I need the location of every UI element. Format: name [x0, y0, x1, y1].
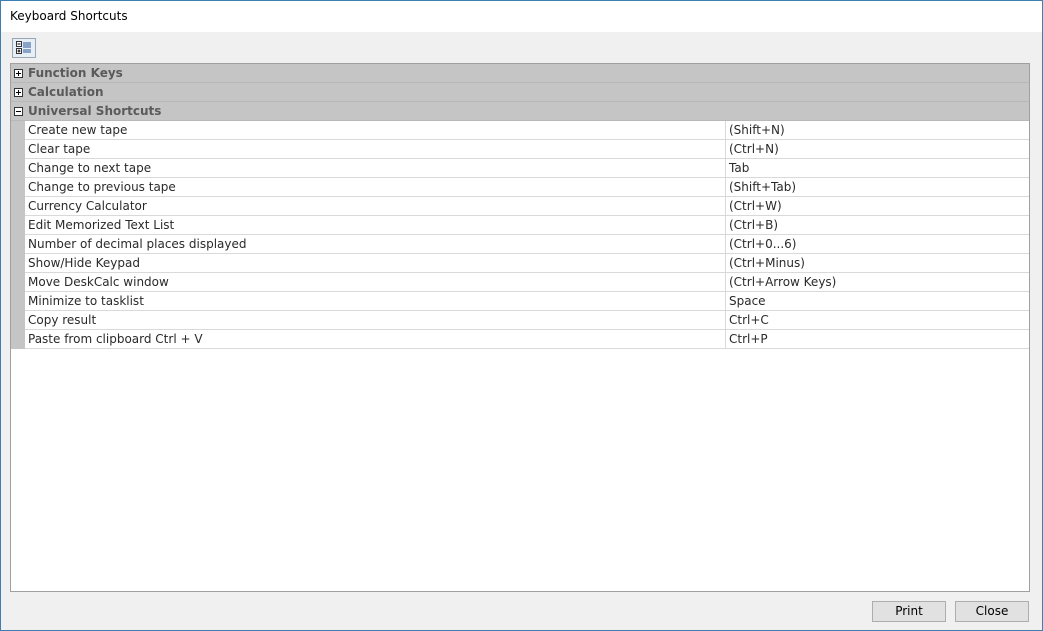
- category-label: Universal Shortcuts: [28, 104, 162, 118]
- category-label: Function Keys: [28, 66, 123, 80]
- shortcut-row[interactable]: Create new tape (Shift+N): [25, 121, 1029, 140]
- shortcut-name: Create new tape: [28, 123, 128, 137]
- category-calculation[interactable]: Calculation: [11, 83, 1029, 102]
- print-button[interactable]: Print: [872, 601, 946, 622]
- window-title: Keyboard Shortcuts: [10, 9, 128, 23]
- collapse-icon[interactable]: [14, 107, 23, 116]
- shortcut-name: Currency Calculator: [28, 199, 147, 213]
- shortcut-key: (Ctrl+B): [729, 218, 779, 232]
- category-label: Calculation: [28, 85, 104, 99]
- column-divider: [725, 235, 726, 253]
- category-function-keys[interactable]: Function Keys: [11, 64, 1029, 83]
- column-divider: [725, 159, 726, 177]
- shortcut-key: Ctrl+P: [729, 332, 768, 346]
- title-bar: Keyboard Shortcuts: [1, 1, 1042, 32]
- category-universal-shortcuts[interactable]: Universal Shortcuts: [11, 102, 1029, 121]
- shortcut-row[interactable]: Copy result Ctrl+C: [25, 311, 1029, 330]
- shortcut-key: (Shift+N): [729, 123, 785, 137]
- shortcut-name: Change to previous tape: [28, 180, 176, 194]
- categorized-view-icon: [16, 41, 31, 54]
- shortcut-key: Ctrl+C: [729, 313, 769, 327]
- shortcut-name: Edit Memorized Text List: [28, 218, 175, 232]
- column-divider: [725, 121, 726, 139]
- keyboard-shortcuts-window: Keyboard Shortcuts Function Keys Calcula…: [0, 0, 1043, 631]
- shortcut-key: (Ctrl+N): [729, 142, 779, 156]
- shortcut-row[interactable]: Number of decimal places displayed (Ctrl…: [25, 235, 1029, 254]
- shortcut-row[interactable]: Move DeskCalc window (Ctrl+Arrow Keys): [25, 273, 1029, 292]
- row-gutter: [11, 121, 25, 349]
- shortcut-row[interactable]: Edit Memorized Text List (Ctrl+B): [25, 216, 1029, 235]
- shortcut-name: Change to next tape: [28, 161, 152, 175]
- shortcut-row[interactable]: Minimize to tasklist Space: [25, 292, 1029, 311]
- shortcut-key: (Shift+Tab): [729, 180, 797, 194]
- shortcut-name: Number of decimal places displayed: [28, 237, 247, 251]
- shortcut-key: (Ctrl+W): [729, 199, 782, 213]
- shortcut-row[interactable]: Change to previous tape (Shift+Tab): [25, 178, 1029, 197]
- column-divider: [725, 197, 726, 215]
- column-divider: [725, 178, 726, 196]
- shortcut-name: Minimize to tasklist: [28, 294, 144, 308]
- shortcut-row[interactable]: Clear tape (Ctrl+N): [25, 140, 1029, 159]
- shortcut-key: (Ctrl+Arrow Keys): [729, 275, 837, 289]
- categorized-view-button[interactable]: [12, 38, 36, 58]
- shortcut-name: Copy result: [28, 313, 97, 327]
- expand-icon[interactable]: [14, 88, 23, 97]
- shortcuts-grid: Function Keys Calculation Universal Shor…: [10, 63, 1030, 592]
- shortcut-row[interactable]: Show/Hide Keypad (Ctrl+Minus): [25, 254, 1029, 273]
- column-divider: [725, 216, 726, 234]
- shortcut-key: Space: [729, 294, 766, 308]
- column-divider: [725, 140, 726, 158]
- shortcut-row[interactable]: Currency Calculator (Ctrl+W): [25, 197, 1029, 216]
- column-divider: [725, 273, 726, 291]
- shortcut-name: Move DeskCalc window: [28, 275, 169, 289]
- column-divider: [725, 292, 726, 310]
- column-divider: [725, 311, 726, 329]
- shortcut-key: (Ctrl+0...6): [729, 237, 797, 251]
- shortcut-row[interactable]: Paste from clipboard Ctrl + V Ctrl+P: [25, 330, 1029, 349]
- shortcut-key: (Ctrl+Minus): [729, 256, 805, 270]
- column-divider: [725, 330, 726, 348]
- shortcut-name: Paste from clipboard Ctrl + V: [28, 332, 203, 346]
- shortcut-name: Show/Hide Keypad: [28, 256, 140, 270]
- shortcut-name: Clear tape: [28, 142, 91, 156]
- close-button[interactable]: Close: [955, 601, 1029, 622]
- shortcut-key: Tab: [729, 161, 750, 175]
- column-divider: [725, 254, 726, 272]
- shortcut-row[interactable]: Change to next tape Tab: [25, 159, 1029, 178]
- expand-icon[interactable]: [14, 69, 23, 78]
